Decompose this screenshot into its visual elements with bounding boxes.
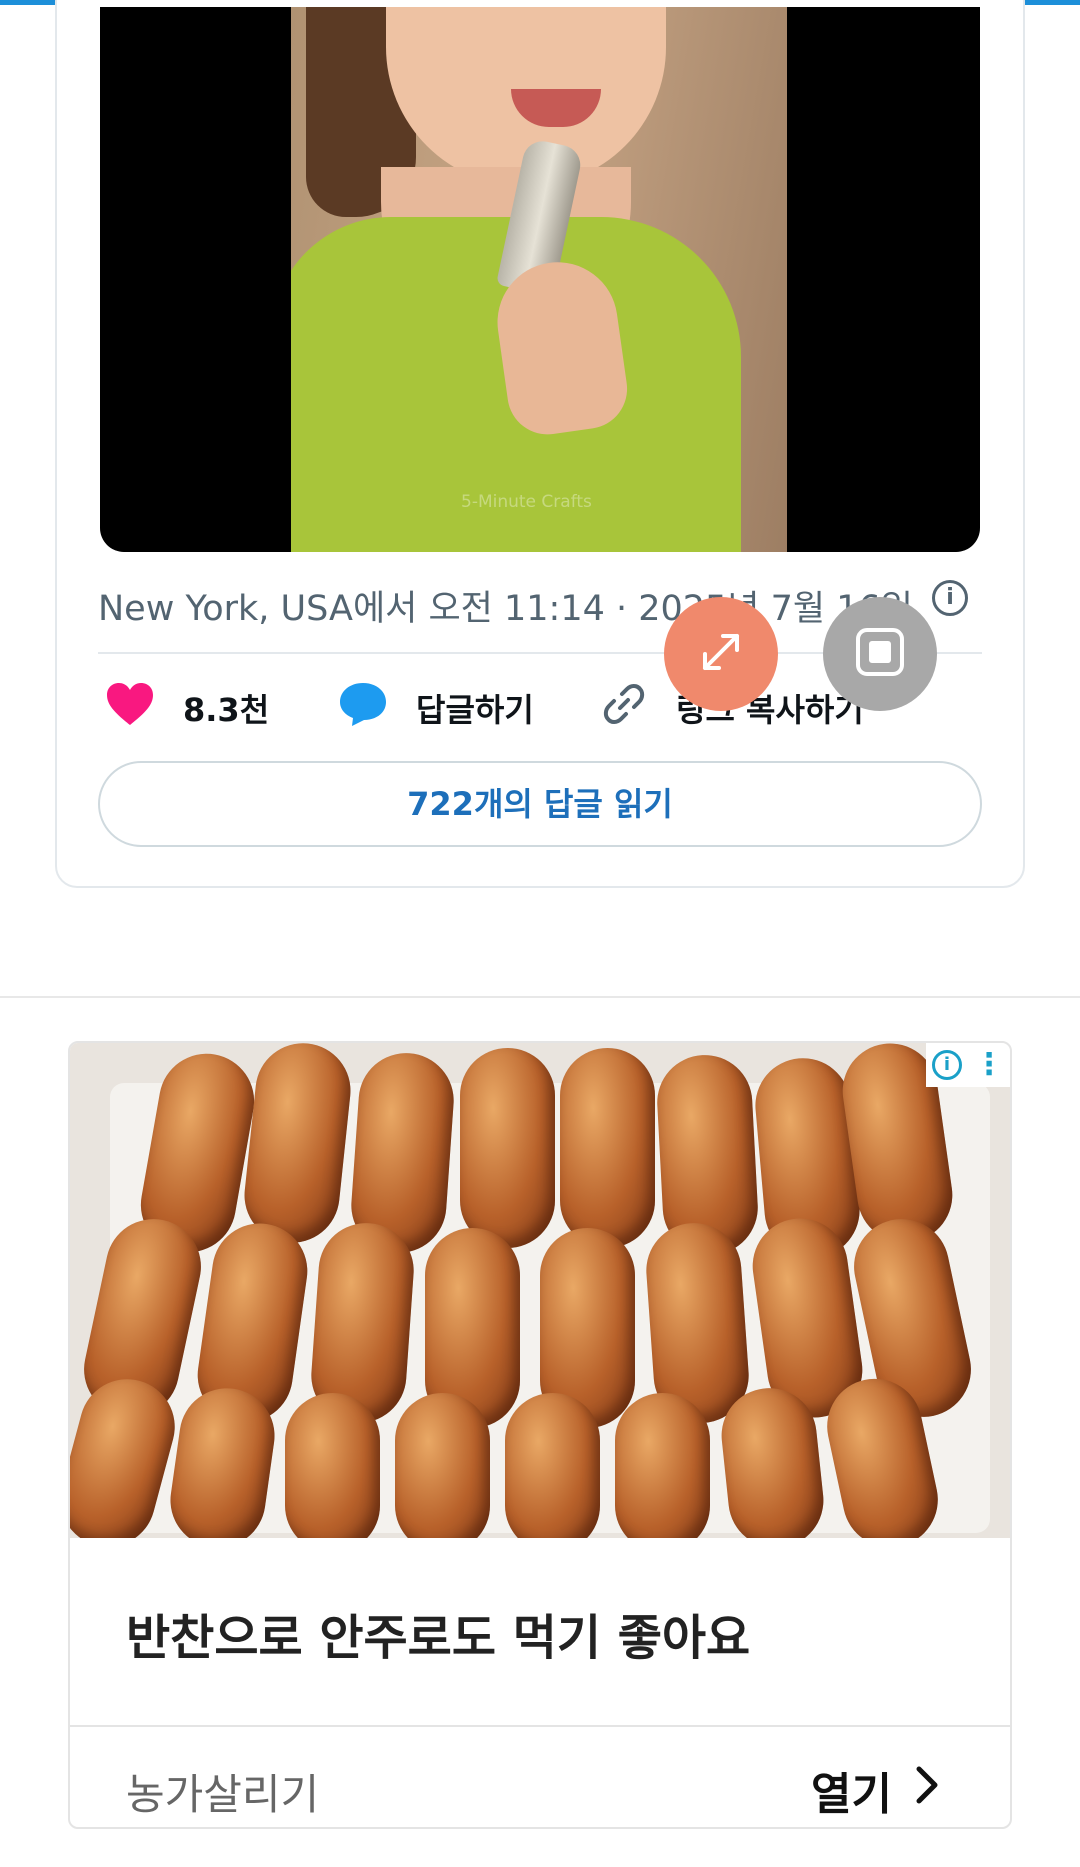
tweet-embed-card: 5-Minute Crafts	[55, 0, 1025, 888]
expand-icon	[695, 626, 747, 682]
more-options-icon[interactable]: ⋮	[974, 1050, 1004, 1080]
stop-button[interactable]	[823, 597, 937, 711]
tweet-location-timestamp[interactable]: New York, USA에서 오전 11:14 · 2025년 7월 16일	[98, 580, 913, 631]
link-icon	[600, 680, 648, 736]
speech-bubble-icon	[338, 681, 388, 735]
video-watermark: 5-Minute Crafts	[461, 492, 592, 512]
ad-card[interactable]: i ⋮ 반찬으로 안주로도 먹기 좋아요 농가살리기 열기	[68, 1041, 1012, 1829]
ad-advertiser-name: 농가살리기	[126, 1770, 320, 1819]
reply-button[interactable]: 답글하기	[338, 683, 534, 733]
ad-footer-divider	[70, 1725, 1010, 1727]
ad-open-label: 열기	[811, 1769, 892, 1820]
like-count: 8.3천	[183, 691, 270, 729]
chevron-right-icon	[914, 1765, 940, 1816]
info-icon[interactable]: i	[932, 580, 968, 616]
ad-choices-badge[interactable]: i ⋮	[926, 1043, 1010, 1087]
expand-button[interactable]	[664, 597, 778, 711]
ad-headline[interactable]: 반찬으로 안주로도 먹기 좋아요	[126, 1598, 750, 1668]
ad-image-sausages[interactable]: i ⋮	[70, 1043, 1010, 1538]
reply-label: 답글하기	[416, 691, 534, 729]
stop-square-icon	[853, 625, 907, 683]
like-button[interactable]: 8.3천	[105, 683, 269, 733]
video-frame: 5-Minute Crafts	[291, 7, 787, 552]
tweet-video[interactable]: 5-Minute Crafts	[100, 7, 980, 552]
heart-icon	[105, 682, 155, 734]
ad-info-icon[interactable]: i	[932, 1050, 962, 1080]
section-divider	[0, 996, 1080, 998]
ad-open-button[interactable]: 열기	[811, 1758, 940, 1822]
read-replies-button[interactable]: 722개의 답글 읽기	[98, 761, 982, 847]
